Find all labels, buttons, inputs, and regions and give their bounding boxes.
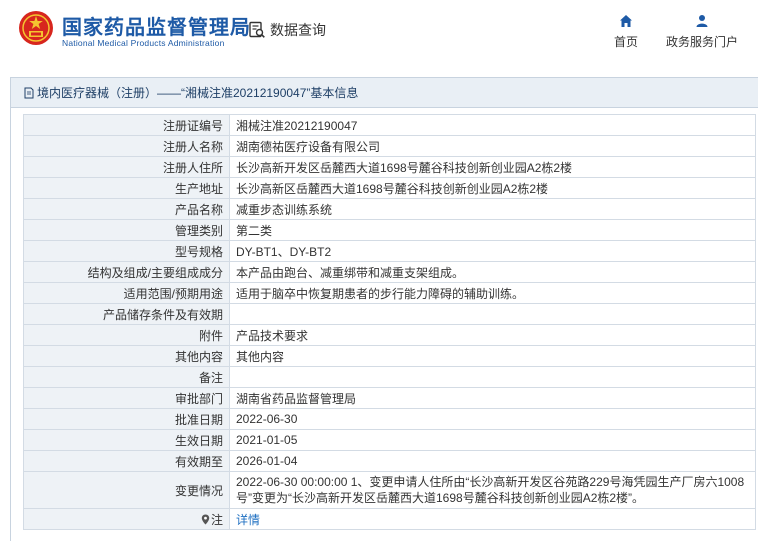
- row-key: 变更情况: [23, 471, 230, 509]
- registration-info-table: 注册证编号 湘械注准20212190047 注册人名称 湖南德祐医疗设备有限公司 注…: [23, 114, 756, 530]
- row-key: 批准日期: [23, 408, 230, 430]
- row-value: [229, 366, 756, 388]
- table-row: 注册人名称 湖南德祐医疗设备有限公司: [23, 135, 756, 157]
- location-pin-icon: [201, 514, 210, 524]
- row-value: 2026-01-04: [229, 450, 756, 472]
- table-row: 附件 产品技术要求: [23, 324, 756, 346]
- row-value: 减重步态训练系统: [229, 198, 756, 220]
- row-key: 产品储存条件及有效期: [23, 303, 230, 325]
- change-history-value: 2022-06-30 00:00:00 1、变更申请人住所由“长沙高新开发区谷苑…: [229, 471, 756, 509]
- data-query-link[interactable]: 数据查询: [248, 20, 326, 40]
- table-row: 其他内容 其他内容: [23, 345, 756, 367]
- row-key: 型号规格: [23, 240, 230, 262]
- row-key: 生效日期: [23, 429, 230, 451]
- user-icon: [696, 15, 708, 27]
- data-query-label: 数据查询: [270, 23, 326, 39]
- breadcrumb-text: 境内医疗器械（注册）——“湘械注准20212190047”基本信息: [37, 86, 359, 100]
- table-row: 注册人住所 长沙高新开发区岳麓西大道1698号麓谷科技创新创业园A2栋2楼: [23, 156, 756, 178]
- table-row: 生产地址 长沙高新区岳麓西大道1698号麓谷科技创新创业园A2栋2楼: [23, 177, 756, 199]
- row-value: [229, 303, 756, 325]
- row-value: 长沙高新区岳麓西大道1698号麓谷科技创新创业园A2栋2楼: [229, 177, 756, 199]
- table-row: 有效期至 2026-01-04: [23, 450, 756, 472]
- row-value: 2022-06-30: [229, 408, 756, 430]
- row-key: 适用范围/预期用途: [23, 282, 230, 304]
- table-row: 注 详情: [23, 508, 756, 530]
- row-value: 湖南德祐医疗设备有限公司: [229, 135, 756, 157]
- table-row: 变更情况 2022-06-30 00:00:00 1、变更申请人住所由“长沙高新开…: [23, 471, 756, 509]
- site-title: 国家药品监督管理局: [62, 15, 251, 39]
- row-key: 产品名称: [23, 198, 230, 220]
- row-key: 备注: [23, 366, 230, 388]
- national-emblem-icon: [19, 11, 53, 45]
- row-key: 附件: [23, 324, 230, 346]
- site-header: 国家药品监督管理局 National Medical Products Admi…: [0, 0, 758, 64]
- table-row: 审批部门 湖南省药品监督管理局: [23, 387, 756, 409]
- row-value: 其他内容: [229, 345, 756, 367]
- table-row: 备注: [23, 366, 756, 388]
- row-value: 适用于脑卒中恢复期患者的步行能力障碍的辅助训练。: [229, 282, 756, 304]
- site-subtitle: National Medical Products Administration: [62, 38, 225, 48]
- panel-breadcrumb: 境内医疗器械（注册）——“湘械注准20212190047”基本信息: [11, 78, 758, 108]
- row-key-note: 注: [23, 508, 230, 530]
- note-label: 注: [201, 511, 223, 528]
- table-row: 产品名称 减重步态训练系统: [23, 198, 756, 220]
- row-value-note: 详情: [229, 508, 756, 530]
- home-icon: [620, 15, 632, 27]
- row-value: 长沙高新开发区岳麓西大道1698号麓谷科技创新创业园A2栋2楼: [229, 156, 756, 178]
- table-row: 注册证编号 湘械注准20212190047: [23, 114, 756, 136]
- table-row: 产品储存条件及有效期: [23, 303, 756, 325]
- document-icon: [24, 87, 34, 98]
- row-key: 注册人名称: [23, 135, 230, 157]
- row-value: 本产品由跑台、减重绑带和减重支架组成。: [229, 261, 756, 283]
- row-key: 生产地址: [23, 177, 230, 199]
- table-row: 批准日期 2022-06-30: [23, 408, 756, 430]
- row-key: 管理类别: [23, 219, 230, 241]
- row-value: DY-BT1、DY-BT2: [229, 240, 756, 262]
- row-value: 湘械注准20212190047: [229, 114, 756, 136]
- nav-home-label: 首页: [613, 35, 638, 49]
- row-value: 2021-01-05: [229, 429, 756, 451]
- row-key: 有效期至: [23, 450, 230, 472]
- details-link[interactable]: 详情: [236, 513, 260, 527]
- row-key: 注册人住所: [23, 156, 230, 178]
- table-row: 生效日期 2021-01-05: [23, 429, 756, 451]
- row-value: 湖南省药品监督管理局: [229, 387, 756, 409]
- info-panel: 境内医疗器械（注册）——“湘械注准20212190047”基本信息 注册证编号湘…: [10, 77, 758, 541]
- table-row: 管理类别 第二类: [23, 219, 756, 241]
- search-document-icon: [249, 21, 265, 38]
- nav-service-portal[interactable]: 政务服务门户: [664, 14, 740, 50]
- row-value: 第二类: [229, 219, 756, 241]
- note-key-text: 注: [210, 512, 223, 527]
- table-row: 结构及组成/主要组成成分 本产品由跑台、减重绑带和减重支架组成。: [23, 261, 756, 283]
- table-row: 型号规格 DY-BT1、DY-BT2: [23, 240, 756, 262]
- row-value: 产品技术要求: [229, 324, 756, 346]
- row-key: 其他内容: [23, 345, 230, 367]
- row-key: 注册证编号: [23, 114, 230, 136]
- nav-service-portal-label: 政务服务门户: [665, 35, 738, 49]
- row-key: 审批部门: [23, 387, 230, 409]
- nav-home[interactable]: 首页: [610, 14, 642, 50]
- row-key: 结构及组成/主要组成成分: [23, 261, 230, 283]
- table-row: 适用范围/预期用途 适用于脑卒中恢复期患者的步行能力障碍的辅助训练。: [23, 282, 756, 304]
